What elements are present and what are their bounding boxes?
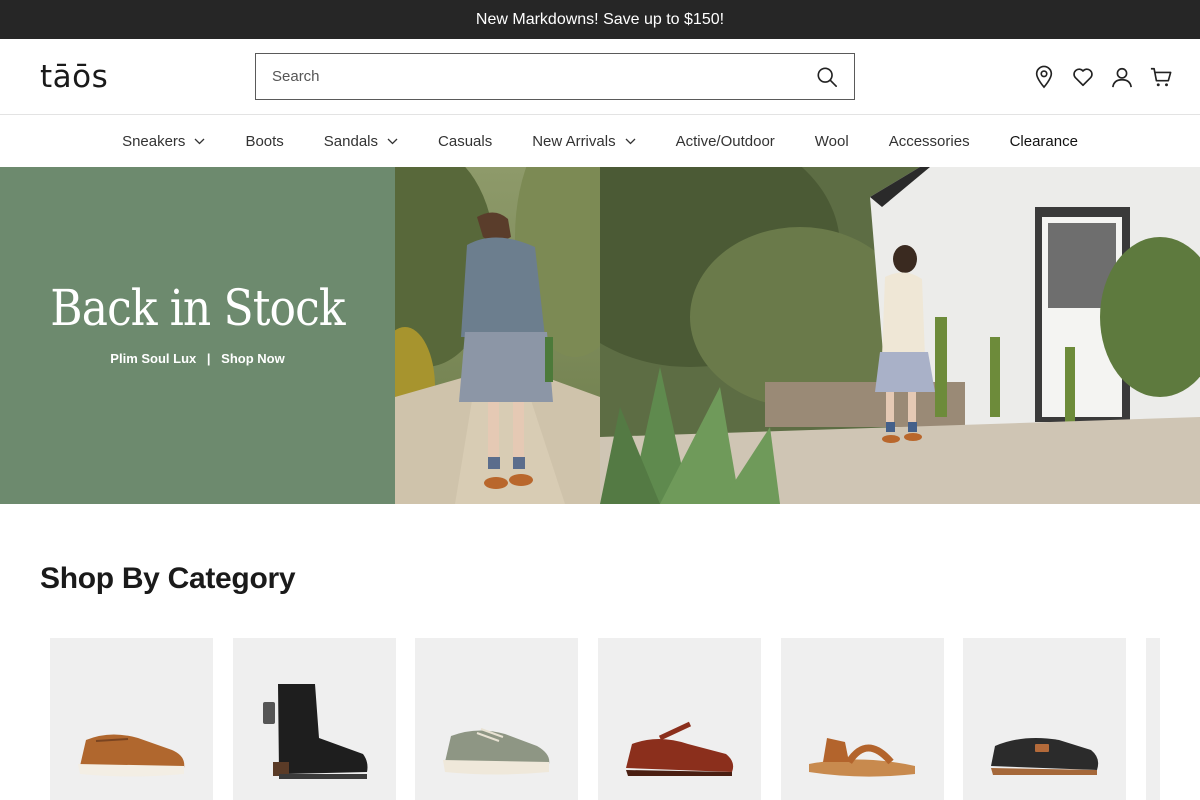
black-boot-icon (263, 684, 368, 779)
category-card-casual-sneakers[interactable] (415, 638, 578, 800)
search-bar (255, 53, 855, 100)
chevron-down-icon (194, 138, 205, 144)
category-carousel (50, 638, 1160, 800)
category-card-sandals[interactable] (781, 638, 944, 800)
nav-label: Sneakers (122, 132, 186, 150)
hero-photo-white-house (600, 167, 1200, 504)
main-nav: Sneakers Boots Sandals Casuals New Arriv… (0, 115, 1200, 167)
hero-banner[interactable]: Back in Stock Plim Soul Lux | Shop Now (0, 167, 1200, 504)
nav-label: Wool (814, 132, 849, 150)
chevron-down-icon (625, 138, 636, 144)
category-card-sneakers[interactable] (50, 638, 213, 800)
nav-label: Boots (245, 132, 284, 150)
nav-item-wool[interactable]: Wool (795, 115, 869, 167)
logo[interactable]: tāōs (40, 59, 108, 95)
heart-icon[interactable] (1072, 65, 1094, 89)
nav-label: Casuals (438, 132, 493, 150)
nav-label: Active/Outdoor (675, 132, 775, 150)
hero-photo-garden-path (395, 167, 600, 504)
nav-item-sneakers[interactable]: Sneakers (102, 115, 225, 167)
site-header: tāōs (0, 39, 1200, 115)
header-actions (1033, 65, 1172, 89)
nav-item-clearance[interactable]: Clearance (990, 115, 1098, 167)
wool-clog-icon (991, 738, 1099, 775)
nav-item-casuals[interactable]: Casuals (418, 115, 512, 167)
category-card-casuals[interactable] (598, 638, 761, 800)
tan-sandal-icon (809, 738, 915, 777)
chevron-down-icon (387, 138, 398, 144)
account-icon[interactable] (1111, 65, 1133, 89)
hero-separator: | (206, 351, 211, 366)
nav-label: Sandals (323, 132, 379, 150)
nav-item-active-outdoor[interactable]: Active/Outdoor (656, 115, 795, 167)
search-icon[interactable] (816, 66, 838, 88)
nav-label: Clearance (1009, 132, 1078, 150)
hero-text-panel[interactable]: Back in Stock Plim Soul Lux | Shop Now (0, 167, 395, 504)
brown-sneaker-icon (78, 734, 185, 777)
category-card-wool[interactable] (963, 638, 1126, 800)
section-title-shop-by-category: Shop By Category (40, 562, 296, 595)
nav-item-sandals[interactable]: Sandals (304, 115, 418, 167)
nav-label: Accessories (888, 132, 970, 150)
olive-sneaker-icon (443, 728, 550, 775)
hero-cta-link[interactable]: Shop Now (221, 351, 285, 366)
nav-item-accessories[interactable]: Accessories (869, 115, 990, 167)
promo-bar[interactable]: New Markdowns! Save up to $150! (0, 0, 1200, 39)
hero-product-name: Plim Soul Lux (110, 351, 197, 366)
category-card-partial[interactable] (1146, 638, 1160, 800)
red-mary-jane-icon (626, 721, 734, 776)
location-icon[interactable] (1033, 65, 1055, 89)
cart-icon[interactable] (1150, 65, 1172, 89)
hero-title: Back in Stock (50, 279, 345, 337)
nav-item-new-arrivals[interactable]: New Arrivals (512, 115, 655, 167)
category-card-boots[interactable] (233, 638, 396, 800)
nav-label: New Arrivals (532, 132, 616, 150)
hero-subtitle[interactable]: Plim Soul Lux | Shop Now (0, 351, 395, 366)
search-input[interactable] (256, 54, 796, 99)
promo-text[interactable]: New Markdowns! Save up to $150! (476, 11, 724, 29)
nav-item-boots[interactable]: Boots (225, 115, 303, 167)
